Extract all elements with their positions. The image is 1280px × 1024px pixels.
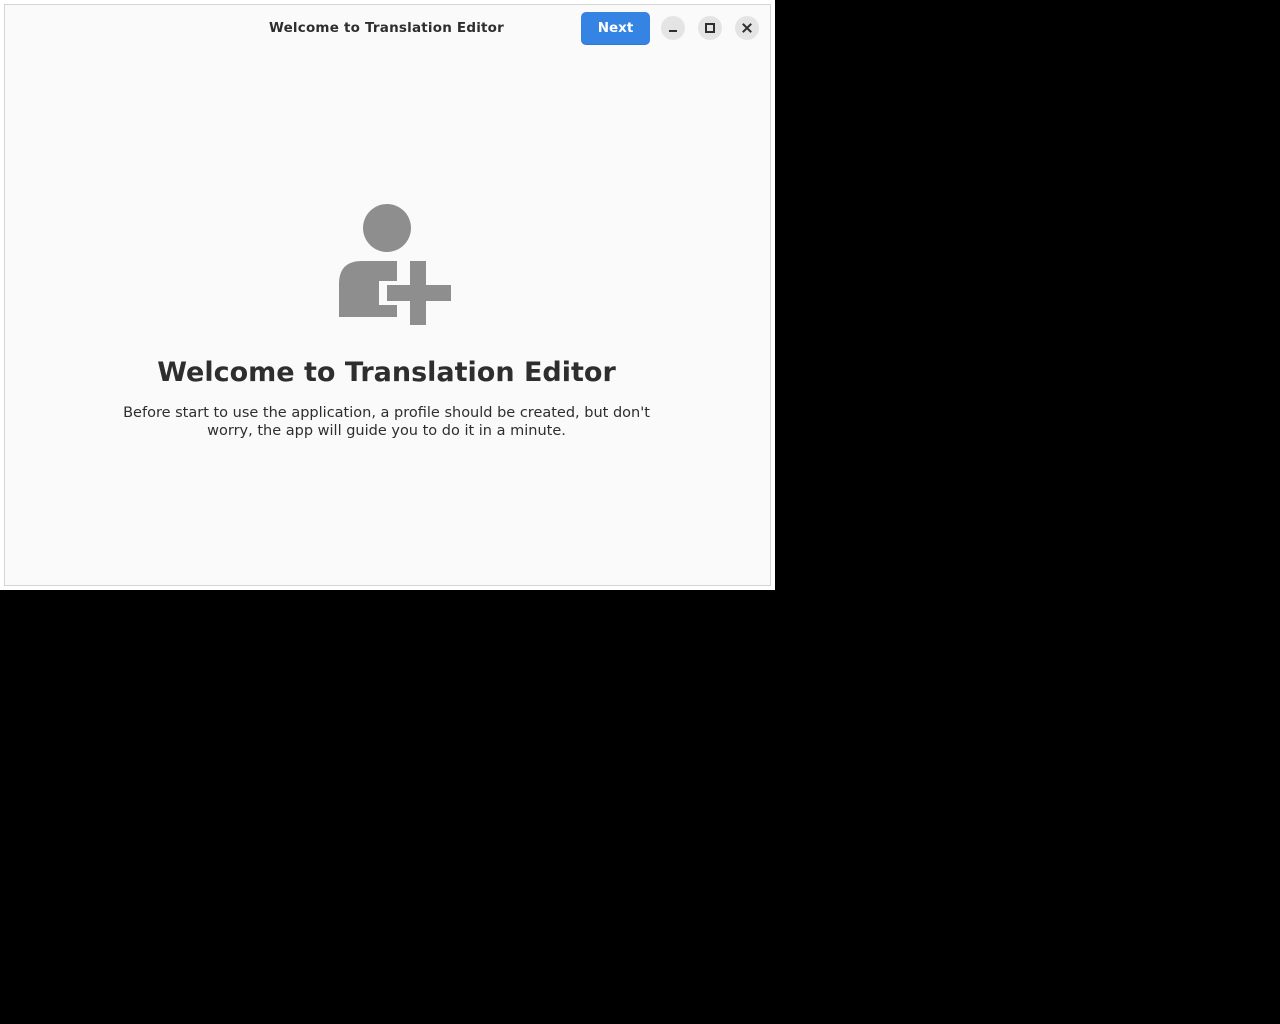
header-bar[interactable]: Welcome to Translation Editor Next <box>5 5 770 52</box>
welcome-heading: Welcome to Translation Editor <box>157 357 616 388</box>
maximize-icon <box>705 23 715 33</box>
next-button[interactable]: Next <box>581 12 650 45</box>
maximize-button[interactable] <box>698 16 722 40</box>
window-title: Welcome to Translation Editor <box>268 20 505 36</box>
close-icon <box>742 23 752 33</box>
minimize-button[interactable] <box>661 16 685 40</box>
add-user-icon <box>339 204 451 325</box>
app-window: Welcome to Translation Editor Next Welco… <box>0 0 775 590</box>
window-body: Welcome to Translation Editor Next Welco… <box>4 4 771 586</box>
welcome-description: Before start to use the application, a p… <box>123 405 650 439</box>
close-button[interactable] <box>735 16 759 40</box>
minimize-icon <box>669 30 677 32</box>
